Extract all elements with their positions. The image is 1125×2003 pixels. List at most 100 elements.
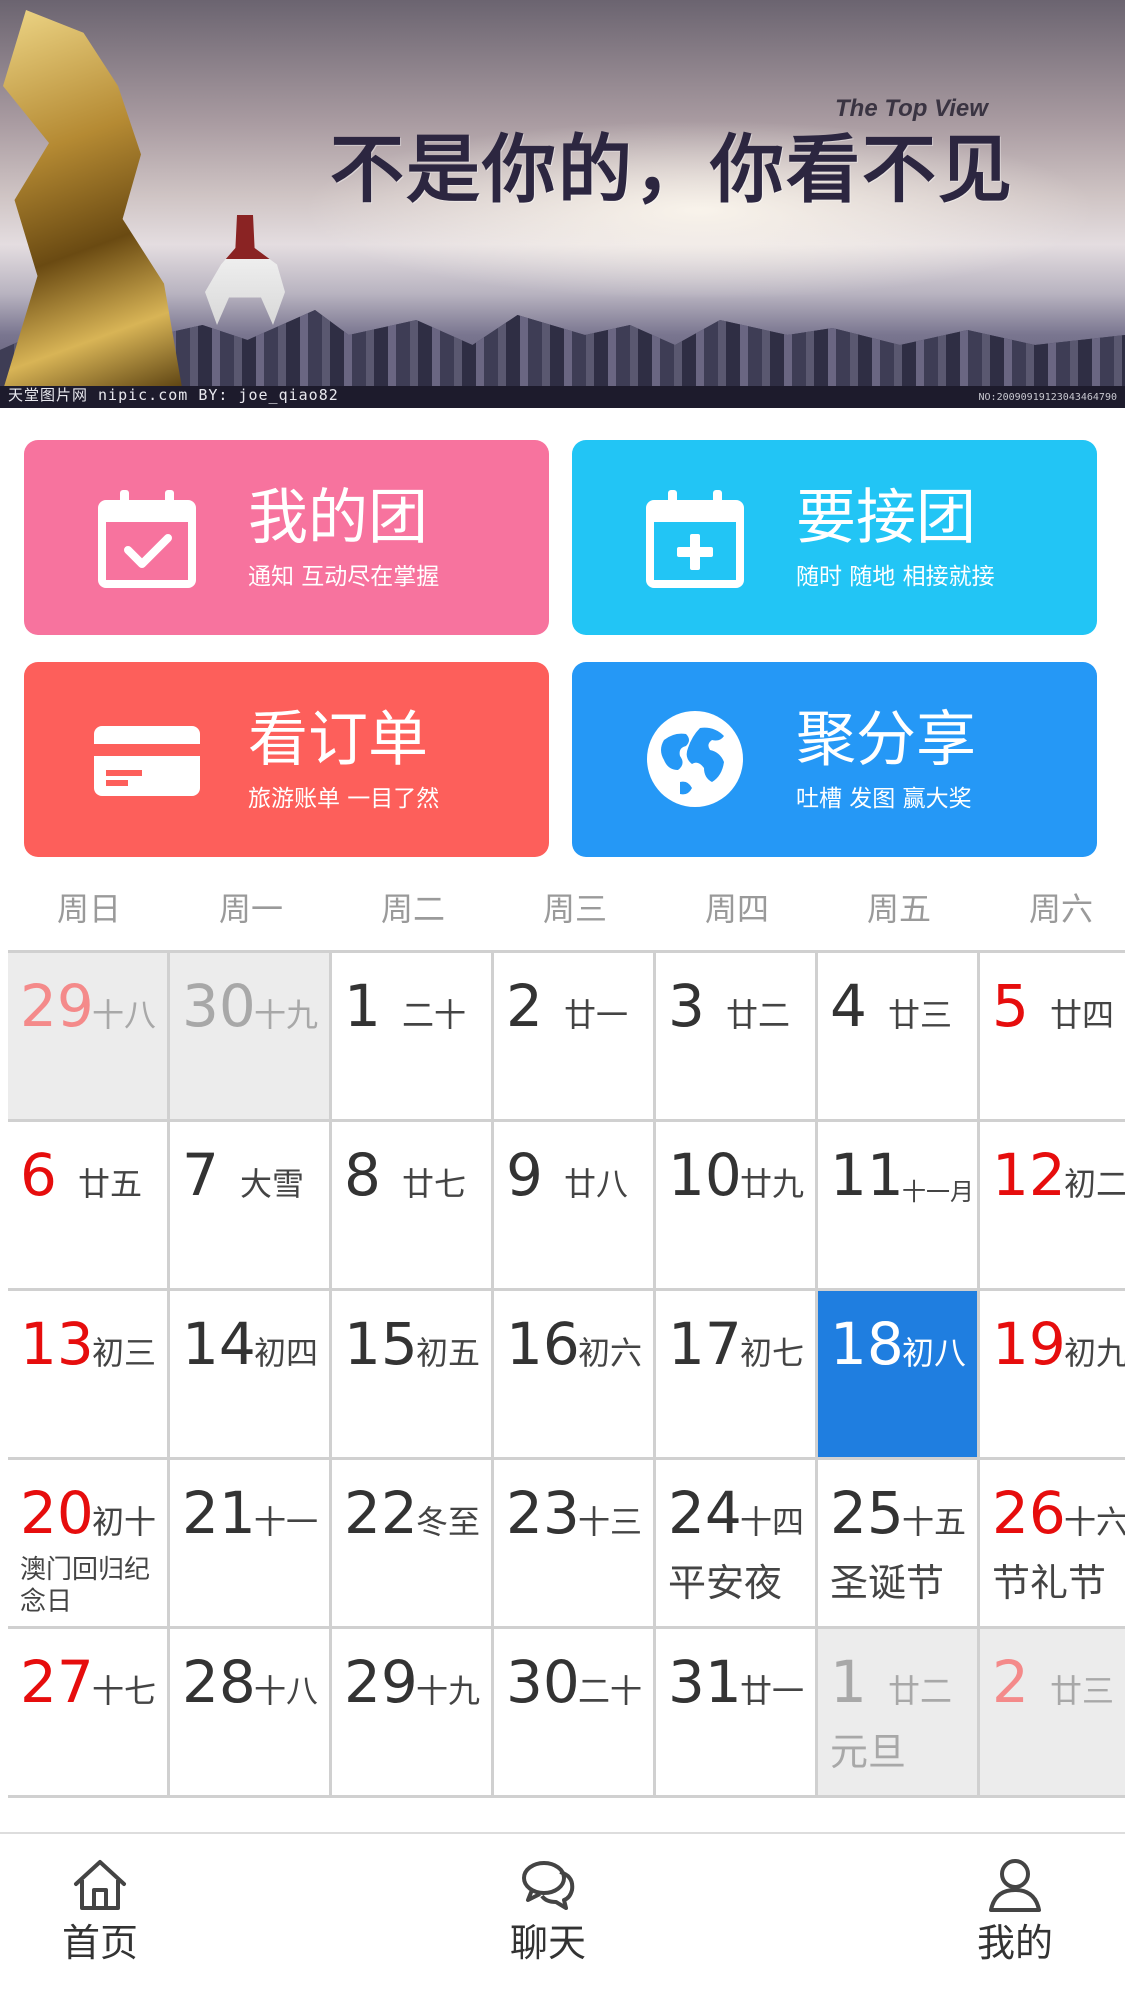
calendar-day-cell[interactable]: 15 初五 [332, 1291, 494, 1460]
lunar-date: 十八 [92, 996, 157, 1034]
tile-title: 看订单 [248, 705, 428, 775]
calendar-day-cell[interactable]: 30 十九 [170, 953, 332, 1122]
nav-chat-label: 聊天 [509, 1921, 586, 1965]
chat-bubbles-icon [522, 1861, 575, 1910]
calendar-day-cell[interactable]: 25 十五 圣诞节 [818, 1460, 980, 1629]
day-number: 31 [668, 1648, 742, 1716]
day-number: 4 [830, 972, 867, 1040]
calendar-day-cell[interactable]: 13 初三 [8, 1291, 170, 1460]
calendar-day-cell[interactable]: 1 廿二 元旦 [818, 1629, 980, 1798]
calendar-day-cell[interactable]: 29 十九 [332, 1629, 494, 1798]
tile-take-group[interactable]: 要接团 随时 随地 相接就接 [572, 440, 1097, 635]
banner-rider-image [205, 215, 285, 325]
lunar-date: 十七 [92, 1672, 157, 1710]
day-number: 30 [182, 972, 256, 1040]
lunar-date: 初五 [416, 1334, 481, 1372]
day-number: 21 [182, 1479, 256, 1547]
credit-card-icon [94, 726, 200, 796]
calendar-day-cell[interactable]: 4 廿三 [818, 953, 980, 1122]
calendar-day-cell[interactable]: 30 二十 [494, 1629, 656, 1798]
calendar-day-cell[interactable]: 9 廿八 [494, 1122, 656, 1291]
calendar-day-cell[interactable]: 2 廿三 [980, 1629, 1125, 1798]
calendar-day-cell[interactable]: 23 十三 [494, 1460, 656, 1629]
tile-share[interactable]: 聚分享 吐槽 发图 赢大奖 [572, 662, 1097, 857]
lunar-date: 初七 [740, 1334, 805, 1372]
calendar-day-cell[interactable]: 28 十八 [170, 1629, 332, 1798]
lunar-date: 廿三 [1050, 1672, 1115, 1710]
calendar-day-cell[interactable]: 1 二十 [332, 953, 494, 1122]
day-number: 10 [668, 1141, 742, 1209]
lunar-date: 十六 [1064, 1503, 1125, 1541]
calendar-day-cell[interactable]: 26 十六 节礼节 [980, 1460, 1125, 1629]
festival-label: 平安夜 [668, 1561, 783, 1605]
calendar-day-cell[interactable]: 21 十一 [170, 1460, 332, 1629]
lunar-date: 廿二 [726, 996, 791, 1034]
calendar-day-cell[interactable]: 10 廿九 [656, 1122, 818, 1291]
calendar-day-cell[interactable]: 8 廿七 [332, 1122, 494, 1291]
day-number: 26 [992, 1479, 1066, 1547]
day-number: 2 [992, 1648, 1029, 1716]
nav-me[interactable]: 我的 [925, 1854, 1105, 1994]
calendar-day-cell[interactable]: 24 十四平安夜 [656, 1460, 818, 1629]
tile-my-group[interactable]: 我的团 通知 互动尽在掌握 [24, 440, 549, 635]
day-number: 28 [182, 1648, 256, 1716]
day-number: 19 [992, 1310, 1066, 1378]
calendar-day-cell[interactable]: 12 初二 [980, 1122, 1125, 1291]
user-icon [989, 1859, 1041, 1912]
home-icon [74, 1860, 126, 1910]
day-number: 5 [992, 972, 1029, 1040]
weekday-label: 周一 [218, 890, 283, 928]
calendar-day-cell[interactable]: 18 初八 [818, 1291, 980, 1460]
calendar-day-cell[interactable]: 22 冬至 [332, 1460, 494, 1629]
calendar-day-cell[interactable]: 17 初七 [656, 1291, 818, 1460]
day-number: 20 [20, 1479, 94, 1547]
calendar-day-cell[interactable]: 19 初九 [980, 1291, 1125, 1460]
lunar-date: 十四 [740, 1503, 805, 1541]
lunar-date: 初六 [578, 1334, 643, 1372]
day-number: 6 [20, 1141, 57, 1209]
calendar-day-cell[interactable]: 6 廿五 [8, 1122, 170, 1291]
lunar-date: 初四 [254, 1334, 319, 1372]
day-number: 30 [506, 1648, 580, 1716]
tile-view-orders[interactable]: 看订单 旅游账单 一目了然 [24, 662, 549, 857]
weekday-label: 周二 [380, 890, 445, 928]
day-number: 23 [506, 1479, 580, 1547]
weekday-label: 周日 [56, 890, 121, 928]
nav-chat[interactable]: 聊天 [458, 1854, 638, 1994]
calendar-day-cell[interactable]: 27 十七 [8, 1629, 170, 1798]
lunar-date: 十九 [254, 996, 319, 1034]
lunar-date: 廿一 [740, 1672, 805, 1710]
day-number: 24 [668, 1479, 742, 1547]
tile-title: 要接团 [796, 483, 976, 553]
calendar-day-cell[interactable]: 5 廿四 [980, 953, 1125, 1122]
day-number: 11 [830, 1141, 904, 1209]
calendar-day-cell[interactable]: 31 廿一 [656, 1629, 818, 1798]
calendar-check-icon [98, 490, 196, 588]
calendar-day-cell[interactable]: 2 廿一 [494, 953, 656, 1122]
lunar-date: 大雪 [240, 1165, 305, 1203]
day-number: 3 [668, 972, 705, 1040]
lunar-date: 十八 [254, 1672, 319, 1710]
day-number: 1 [830, 1648, 867, 1716]
calendar-day-cell[interactable]: 14 初四 [170, 1291, 332, 1460]
lunar-date: 廿八 [564, 1165, 629, 1203]
bottom-nav: 首页 聊天 我的 [0, 1832, 1125, 2003]
day-number: 2 [506, 972, 543, 1040]
top-banner[interactable]: The Top View 不是你的，你看不见 天堂图片网 nipic.com B… [0, 0, 1125, 408]
calendar-day-cell[interactable]: 3 廿二 [656, 953, 818, 1122]
calendar-day-cell[interactable]: 16 初六 [494, 1291, 656, 1460]
day-number: 22 [344, 1479, 418, 1547]
calendar-day-cell[interactable]: 7 大雪 [170, 1122, 332, 1291]
lunar-date: 廿一 [564, 996, 629, 1034]
day-number: 15 [344, 1310, 418, 1378]
day-number: 1 [344, 972, 381, 1040]
calendar-day-cell[interactable]: 29 十八 [8, 953, 170, 1122]
weekday-label: 周四 [704, 890, 769, 928]
lunar-date: 二十 [402, 996, 467, 1034]
nav-home[interactable]: 首页 [10, 1854, 190, 1994]
lunar-date: 廿七 [402, 1165, 467, 1203]
day-number: 27 [20, 1648, 94, 1716]
calendar-day-cell[interactable]: 11 十一月 [818, 1122, 980, 1291]
calendar-day-cell[interactable]: 20 初十 澳门回归纪念日 [8, 1460, 170, 1629]
calendar-plus-icon [646, 490, 744, 588]
